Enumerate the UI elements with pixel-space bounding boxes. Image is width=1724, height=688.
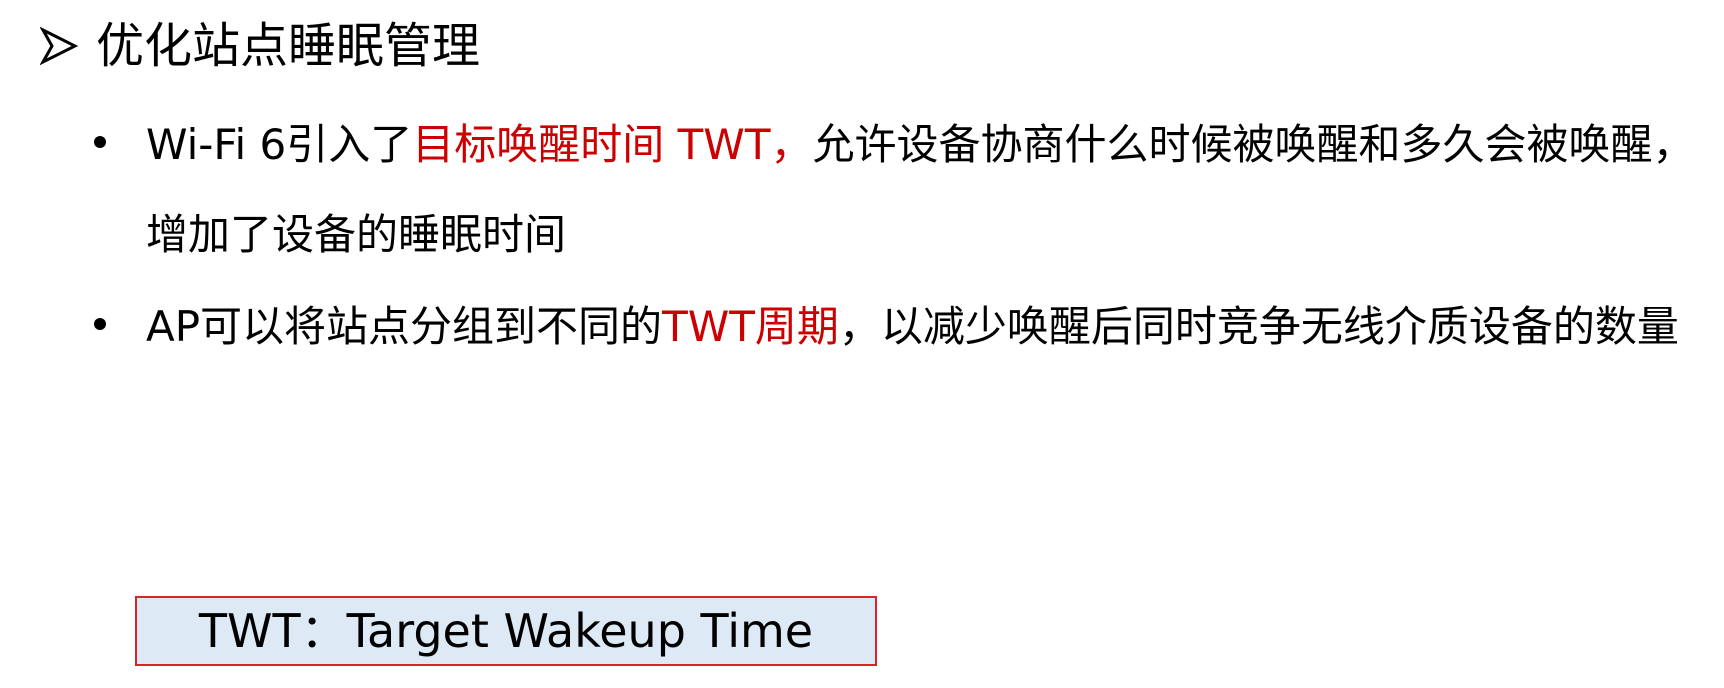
bullet-item-twt-period: AP可以将站点分组到不同的TWT周期，以减少唤醒后同时竞争无线介质设备的数量: [94, 282, 1716, 372]
bullet-text: AP可以将站点分组到不同的TWT周期，以减少唤醒后同时竞争无线介质设备的数量: [146, 282, 1716, 372]
section-title: 优化站点睡眠管理: [96, 18, 481, 74]
bullet-text-highlight: 目标唤醒时间 TWT，: [412, 120, 813, 169]
section-heading: 优化站点睡眠管理: [40, 14, 480, 78]
bullet-text-prefix: Wi-Fi 6引入了: [146, 120, 413, 169]
bullet-item-twt: Wi-Fi 6引入了目标唤醒时间 TWT，允许设备协商什么时候被唤醒和多久会被唤…: [94, 100, 1716, 280]
definition-text: TWT：Target Wakeup Time: [198, 604, 814, 658]
definition-box: TWT：Target Wakeup Time: [135, 596, 877, 666]
bullet-text-highlight: TWT周期: [662, 302, 839, 351]
bullet-text-suffix: ，以减少唤醒后同时竞争无线介质设备的数量: [838, 302, 1679, 351]
bullet-dot-icon: [94, 136, 106, 148]
bullet-dot-icon: [94, 318, 106, 330]
bullet-text-prefix: AP可以将站点分组到不同的: [146, 302, 663, 351]
bullet-text: Wi-Fi 6引入了目标唤醒时间 TWT，允许设备协商什么时候被唤醒和多久会被唤…: [146, 100, 1716, 280]
arrowhead-bullet-icon: [40, 26, 78, 66]
